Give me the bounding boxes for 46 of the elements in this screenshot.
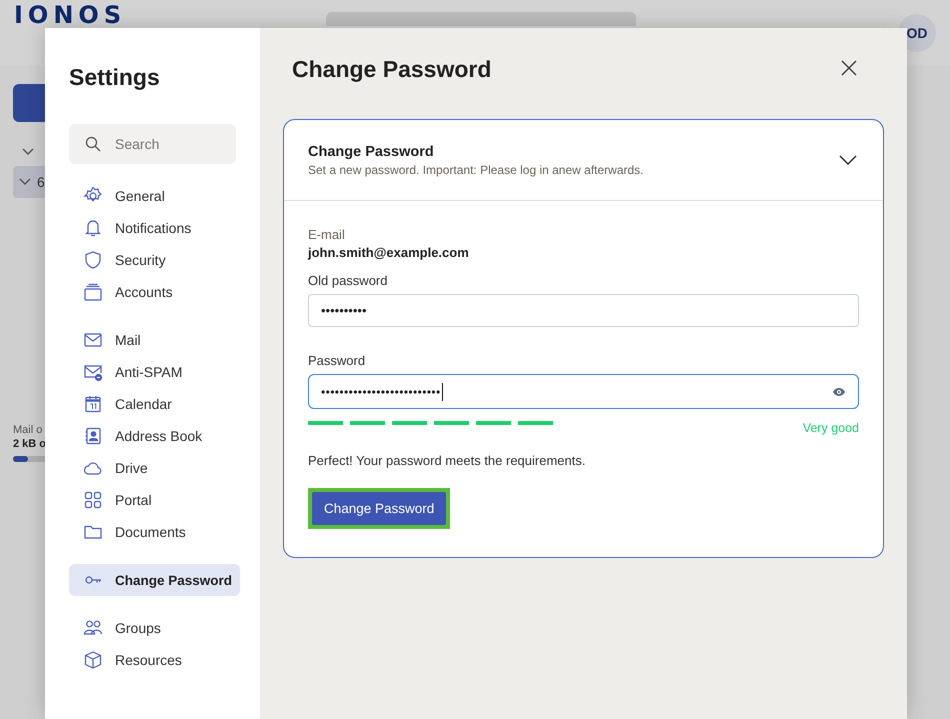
sidebar-item[interactable]: Resources	[69, 644, 236, 676]
sidebar-item[interactable]: General	[69, 180, 236, 212]
sidebar-item[interactable]: Drive	[69, 452, 236, 484]
storage-label: Mail o	[13, 424, 44, 436]
card-subtitle: Set a new password. Important: Please log in anew afterwards.	[308, 162, 644, 176]
chevron-icon	[19, 178, 31, 186]
search-icon	[85, 136, 101, 152]
sidebar-item[interactable]: Documents	[69, 516, 236, 548]
grid-icon	[83, 490, 103, 510]
change-password-button[interactable]: Change Password	[312, 492, 446, 525]
bell-icon	[83, 218, 103, 238]
sidebar-item[interactable]: Accounts	[69, 276, 236, 308]
close-icon	[841, 60, 857, 76]
old-password-label: Old password	[308, 273, 388, 288]
sidebar-item[interactable]: Groups	[69, 612, 236, 644]
page-title: Change Password	[292, 56, 492, 82]
eye-icon[interactable]	[832, 386, 846, 396]
card-header[interactable]: Change Password Set a new password. Important: Please log in anew afterwards.	[284, 120, 883, 201]
chevron-icon[interactable]	[22, 148, 34, 156]
sidebar-item[interactable]: Portal	[69, 484, 236, 516]
cube-icon	[83, 650, 103, 670]
shield-icon	[83, 250, 103, 270]
password-field[interactable]: ••••••••••••••••••••••••••	[308, 374, 859, 409]
sidebar-item[interactable]: Address Book	[69, 420, 236, 452]
folder-row[interactable]: 6	[13, 166, 45, 198]
email-label: E-mail	[308, 227, 345, 242]
sidebar-item[interactable]: Mail	[69, 324, 236, 356]
sidebar-item[interactable]: Change Password	[69, 564, 240, 596]
chevron-icon	[839, 155, 857, 165]
search-field[interactable]: Search	[69, 124, 236, 164]
password-label: Password	[308, 353, 366, 368]
folder-name: 6	[37, 174, 45, 190]
card-title: Change Password	[308, 144, 435, 160]
status-message: Perfect! Your password meets the requirements.	[308, 453, 586, 468]
calendar-icon	[83, 394, 103, 414]
email-value: john.smith@example.com	[308, 245, 469, 260]
sidebar-item[interactable]: Notifications	[69, 212, 236, 244]
sidebar-item[interactable]: Calendar	[69, 388, 236, 420]
old-password-field[interactable]: ••••••••••	[308, 294, 859, 327]
sidebar-item[interactable]: Anti-SPAM	[69, 356, 236, 388]
sidebar-item[interactable]: Security	[69, 244, 236, 276]
strength-label: Very good	[802, 421, 859, 435]
sidebar-title: Settings	[69, 64, 161, 91]
accounts-icon	[83, 282, 103, 302]
contact-card-icon	[83, 426, 103, 446]
logo: IONOS	[14, 1, 126, 29]
